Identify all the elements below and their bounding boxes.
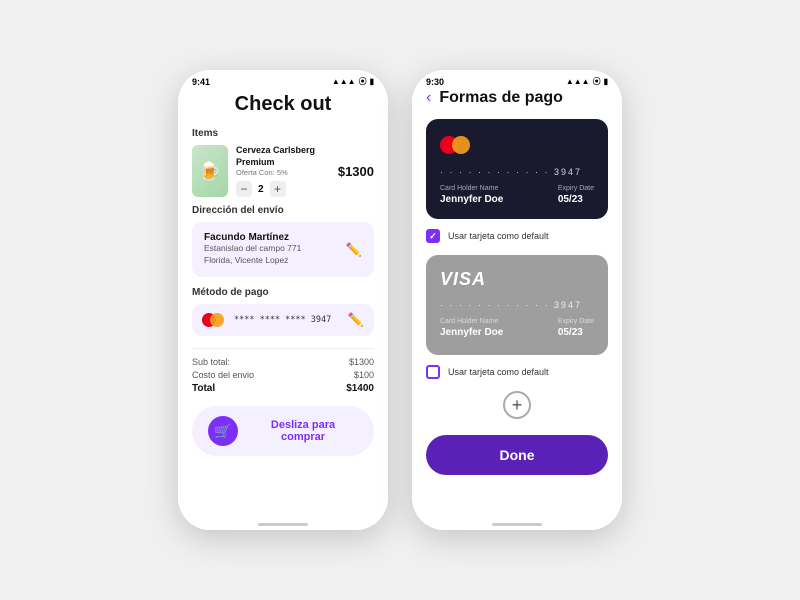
address-street: Estanislao del campo 771 <box>204 243 301 255</box>
shipping-label: Costo del envio <box>192 370 254 380</box>
item-row: 🍺 Cerveza Carlsberg Premium Oferta Con: … <box>192 145 374 197</box>
address-text: Facundo Martínez Estanislao del campo 77… <box>204 232 301 267</box>
mastercard-large-icon <box>440 133 476 157</box>
address-edit-icon[interactable]: ✏️ <box>346 242 362 258</box>
card1-logo <box>440 133 594 157</box>
card1-default-label: Usar tarjeta como default <box>448 231 549 241</box>
card2: VISA · · · · · · · · · · · · 3947 Card H… <box>426 255 608 355</box>
back-button[interactable]: ‹ <box>426 89 431 107</box>
screen1-title: Check out <box>192 93 374 116</box>
item-emoji: 🍺 <box>199 161 221 182</box>
screen2-phone: 9:30 ▲▲▲ ⦿ ▮ ‹ Formas de pago · · · · · … <box>412 70 622 530</box>
card2-expiry-val: 05/23 <box>558 327 594 338</box>
card1-holder: Card Holder Name Jennyfer Doe <box>440 185 503 205</box>
item-discount: Oferta Con: 5% <box>236 168 330 177</box>
status-bar-2: 9:30 ▲▲▲ ⦿ ▮ <box>412 70 622 89</box>
card1-holder-val: Jennyfer Doe <box>440 194 503 205</box>
item-image: 🍺 <box>192 145 228 197</box>
payment-edit-icon[interactable]: ✏️ <box>348 312 364 328</box>
card2-dots: · · · · · · · · · · · · 3947 <box>440 300 594 310</box>
card2-default-row: Usar tarjeta como default <box>426 365 608 379</box>
home-bar-1 <box>258 523 308 526</box>
screen2-scroll: ‹ Formas de pago · · · · · · · · · · · ·… <box>412 89 622 518</box>
total-label: Total <box>192 383 215 394</box>
card2-holder-val: Jennyfer Doe <box>440 327 503 338</box>
visa-icon: VISA <box>440 269 486 290</box>
screen1-scroll: Check out Items 🍺 Cerveza Carlsberg Prem… <box>178 89 388 518</box>
home-indicator-1 <box>178 518 388 530</box>
done-button[interactable]: Done <box>426 435 608 475</box>
subtotal-row: Sub total: $1300 <box>192 357 374 367</box>
card1-footer: Card Holder Name Jennyfer Doe Expiry Dat… <box>440 185 594 205</box>
address-label: Dirección del envío <box>192 205 374 216</box>
shipping-row: Costo del envio $100 <box>192 370 374 380</box>
home-indicator-2 <box>412 518 622 530</box>
screen1-phone: 9:41 ▲▲▲ ⦿ ▮ Check out Items 🍺 Cerveza C… <box>178 70 388 530</box>
card2-expiry: Expiry Date 05/23 <box>558 318 594 338</box>
card1-default-row: ✓ Usar tarjeta como default <box>426 229 608 243</box>
subtotal-val: $1300 <box>349 357 374 367</box>
card2-footer: Card Holder Name Jennyfer Doe Expiry Dat… <box>440 318 594 338</box>
signal-icon: ▲▲▲ <box>332 77 356 86</box>
home-bar-2 <box>492 523 542 526</box>
total-val: $1400 <box>346 383 374 394</box>
card2-logo: VISA <box>440 269 594 290</box>
order-summary: Sub total: $1300 Costo del envio $100 To… <box>192 348 374 394</box>
card1-default-checkbox[interactable]: ✓ <box>426 229 440 243</box>
battery-icon-2: ▮ <box>604 77 608 86</box>
battery-icon: ▮ <box>370 77 374 86</box>
total-row: Total $1400 <box>192 383 374 394</box>
add-card-btn[interactable]: + <box>503 391 531 419</box>
address-name: Facundo Martínez <box>204 232 301 243</box>
slider-text: Desliza para comprar <box>248 419 358 443</box>
card1-dots: · · · · · · · · · · · · 3947 <box>440 167 594 177</box>
payment-row: **** **** **** 3947 ✏️ <box>192 304 374 336</box>
card2-default-label: Usar tarjeta como default <box>448 367 549 377</box>
buy-slider-btn[interactable]: 🛒 Desliza para comprar <box>192 406 374 456</box>
address-city: Florida, Vicente Lopez <box>204 255 301 267</box>
item-info: Cerveza Carlsberg Premium Oferta Con: 5%… <box>236 145 330 197</box>
time-2: 9:30 <box>426 77 444 87</box>
status-bar-1: 9:41 ▲▲▲ ⦿ ▮ <box>178 70 388 89</box>
payment-card-number: **** **** **** 3947 <box>234 315 340 325</box>
status-icons-1: ▲▲▲ ⦿ ▮ <box>332 76 374 87</box>
qty-row: − 2 + <box>236 181 330 197</box>
card1-expiry-val: 05/23 <box>558 194 594 205</box>
qty-increase-btn[interactable]: + <box>270 181 286 197</box>
mastercard-icon <box>202 312 226 328</box>
card2-holder: Card Holder Name Jennyfer Doe <box>440 318 503 338</box>
qty-decrease-btn[interactable]: − <box>236 181 252 197</box>
wifi-icon-2: ⦿ <box>593 76 601 87</box>
signal-icon-2: ▲▲▲ <box>566 77 590 86</box>
card1-expiry-label: Expiry Date <box>558 185 594 192</box>
item-name: Cerveza Carlsberg Premium <box>236 145 330 168</box>
card1-holder-label: Card Holder Name <box>440 185 503 192</box>
cart-icon: 🛒 <box>208 416 238 446</box>
card1-expiry: Expiry Date 05/23 <box>558 185 594 205</box>
card2-holder-label: Card Holder Name <box>440 318 503 325</box>
status-icons-2: ▲▲▲ ⦿ ▮ <box>566 76 608 87</box>
address-card: Facundo Martínez Estanislao del campo 77… <box>192 222 374 277</box>
screen2-title: Formas de pago <box>439 89 563 107</box>
item-price: $1300 <box>338 164 374 179</box>
screen2-header: ‹ Formas de pago <box>426 89 608 107</box>
card1: · · · · · · · · · · · · 3947 Card Holder… <box>426 119 608 219</box>
payment-label: Método de pago <box>192 287 374 298</box>
wifi-icon: ⦿ <box>359 76 367 87</box>
qty-value: 2 <box>258 184 264 195</box>
subtotal-label: Sub total: <box>192 357 230 367</box>
items-label: Items <box>192 128 374 139</box>
time-1: 9:41 <box>192 77 210 87</box>
check-icon: ✓ <box>429 231 437 242</box>
shipping-val: $100 <box>354 370 374 380</box>
card2-expiry-label: Expiry Date <box>558 318 594 325</box>
card2-default-checkbox[interactable] <box>426 365 440 379</box>
